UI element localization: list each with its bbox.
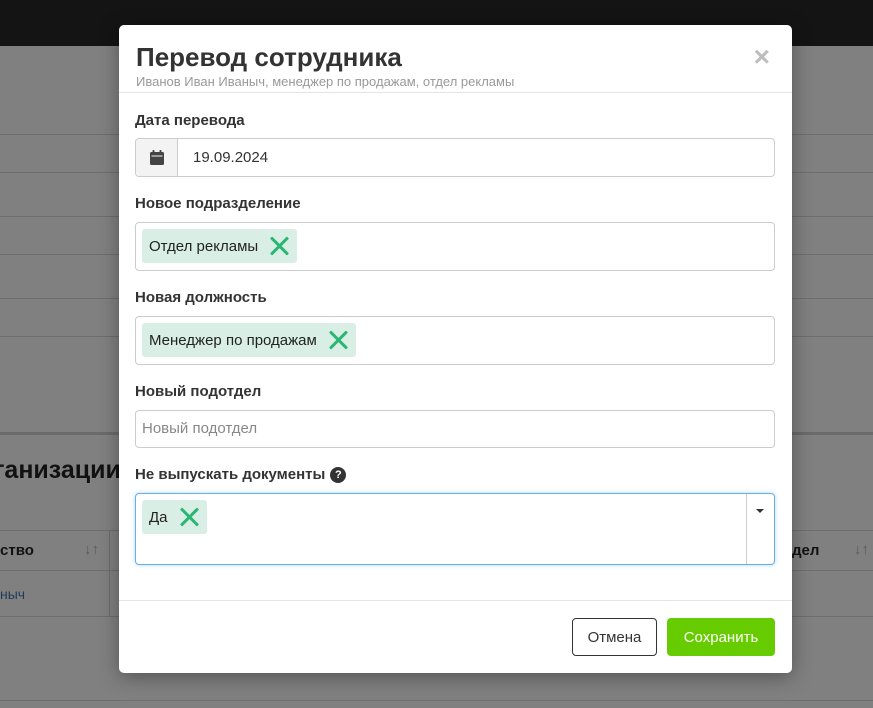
save-button[interactable]: Сохранить: [667, 618, 775, 656]
transfer-date-field[interactable]: 19.09.2024: [135, 138, 775, 177]
bg-divider: [0, 700, 873, 701]
position-tag: Менеджер по продажам: [142, 323, 356, 357]
modal-header: Перевод сотрудника Иванов Иван Иваныч, м…: [119, 25, 792, 93]
modal-title: Перевод сотрудника: [136, 42, 402, 72]
no-docs-select[interactable]: Да: [135, 493, 775, 565]
no-docs-label: Не выпускать документы?: [135, 466, 347, 483]
bg-employee-link: ныч: [0, 586, 26, 602]
subdivision-label: Новый подотдел: [135, 383, 262, 400]
no-docs-label-text: Не выпускать документы: [135, 466, 326, 483]
remove-tag-icon[interactable]: [267, 234, 291, 258]
no-docs-tag-label: Да: [149, 508, 168, 526]
sort-icon: ↓↑: [854, 541, 869, 558]
position-label: Новая должность: [135, 289, 267, 306]
sort-icon: ↓↑: [84, 541, 99, 558]
department-tag-label: Отдел рекламы: [149, 237, 259, 255]
subdivision-input[interactable]: Новый подотдел: [135, 410, 775, 448]
remove-tag-icon[interactable]: [177, 505, 201, 529]
bg-section-heading: ганизации: [0, 456, 121, 484]
position-tag-label: Менеджер по продажам: [149, 331, 317, 349]
department-tag: Отдел рекламы: [142, 229, 298, 263]
help-icon[interactable]: ?: [330, 467, 347, 483]
dropdown-separator: [746, 494, 747, 564]
modal-subtitle: Иванов Иван Иваныч, менеджер по продажам…: [136, 74, 515, 89]
department-select[interactable]: Отдел рекламы: [135, 222, 775, 271]
position-select[interactable]: Менеджер по продажам: [135, 316, 775, 365]
remove-tag-icon[interactable]: [326, 328, 350, 352]
bg-column-header: дел: [792, 542, 820, 559]
cancel-button[interactable]: Отмена: [572, 618, 657, 656]
transfer-employee-modal: Перевод сотрудника Иванов Иван Иваныч, м…: [119, 25, 792, 673]
transfer-date-value[interactable]: 19.09.2024: [178, 139, 268, 176]
bg-column-divider: [109, 531, 110, 616]
no-docs-tag: Да: [142, 500, 207, 534]
close-icon[interactable]: ×: [754, 43, 770, 71]
calendar-icon[interactable]: [136, 139, 178, 176]
bg-column-header: ство: [0, 542, 34, 559]
chevron-down-icon[interactable]: [756, 509, 764, 513]
transfer-date-label: Дата перевода: [135, 112, 245, 129]
department-label: Новое подразделение: [135, 195, 301, 212]
